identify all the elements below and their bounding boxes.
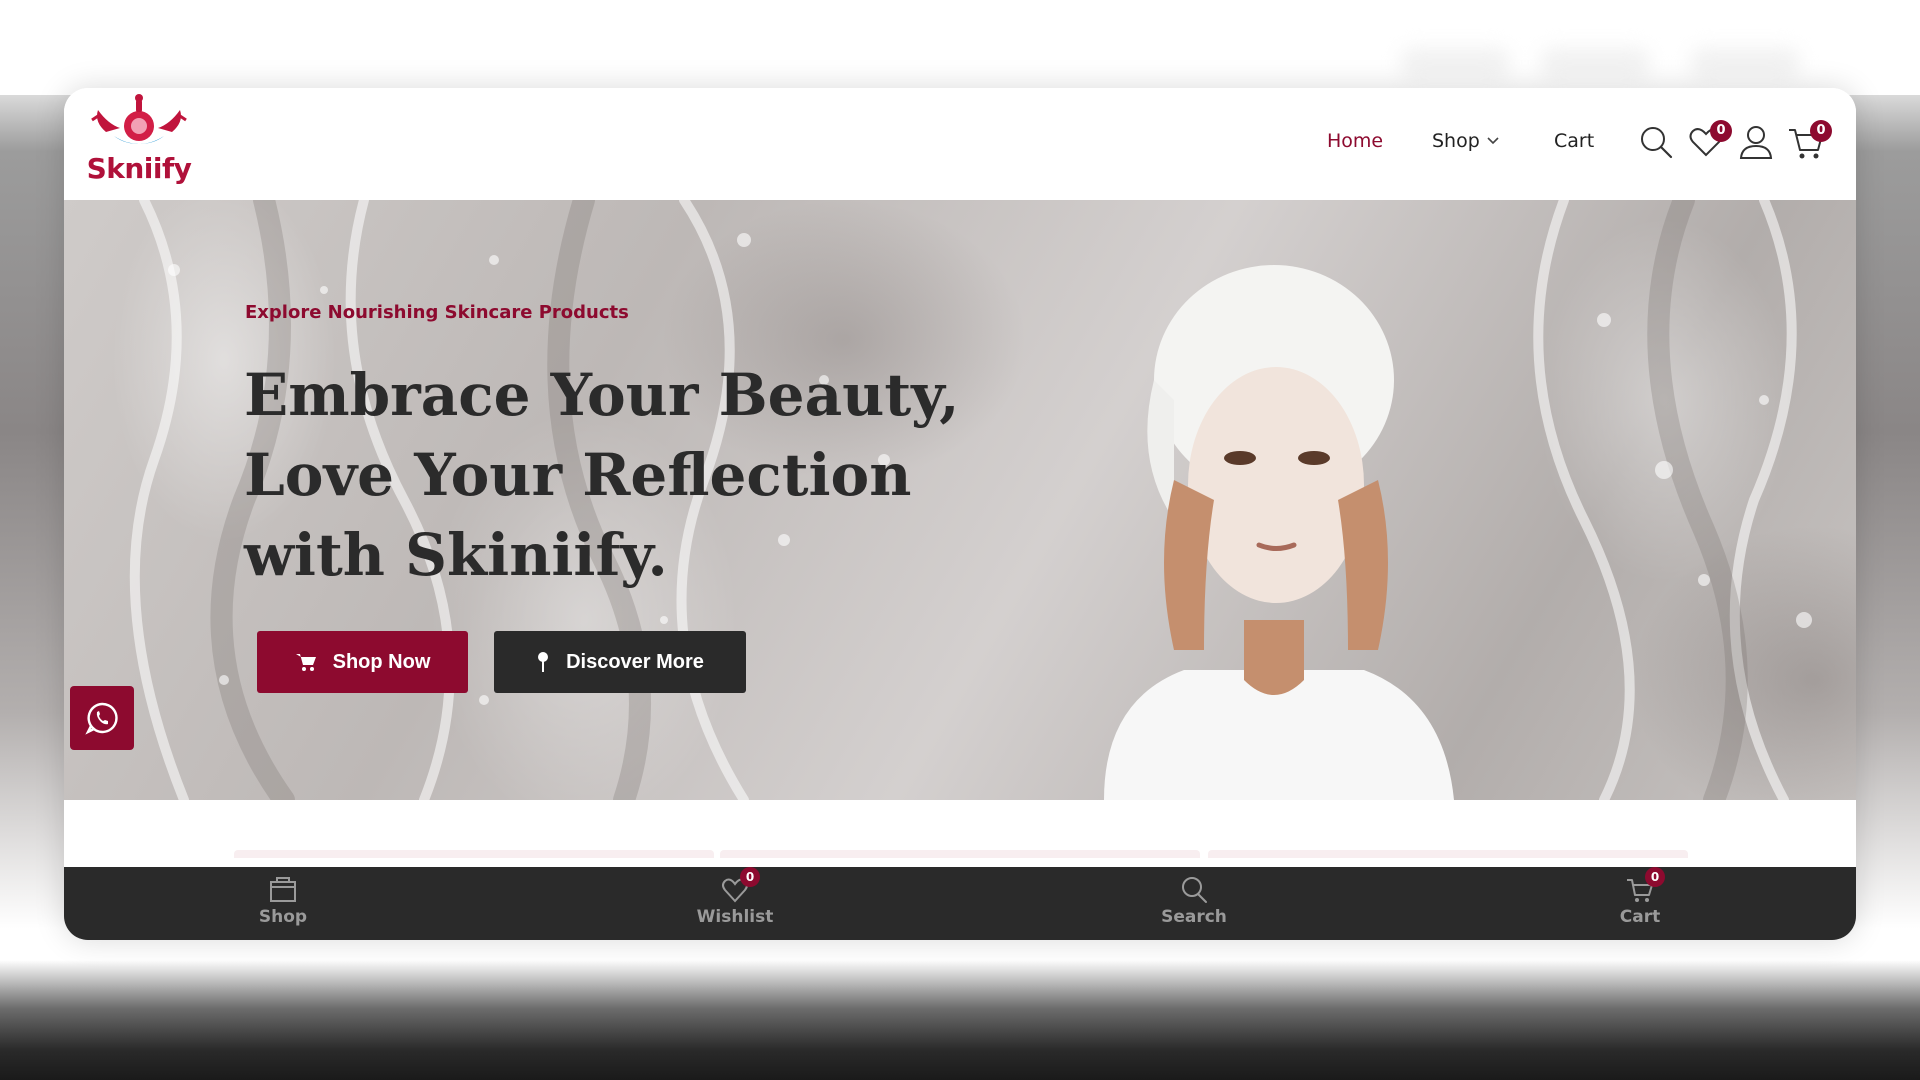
header-account-button[interactable] — [1736, 122, 1776, 162]
mobile-bottom-nav: Shop 0 Wishlist Search 0 Cart — [64, 867, 1856, 940]
store-icon — [270, 877, 296, 902]
bottom-nav-label: Search — [1161, 907, 1227, 927]
product-card-edge — [720, 850, 1200, 858]
logo-mark-icon — [91, 94, 187, 144]
website-frame: Skniify Home Shop Cart 0 0 Explore Nouri… — [64, 88, 1856, 940]
shop-now-button[interactable]: Shop Now — [257, 631, 468, 693]
hero-headline-line: Love Your Reflection — [244, 441, 912, 509]
blurred-background-item — [1540, 48, 1650, 78]
bottom-nav-label: Cart — [1619, 907, 1661, 927]
user-icon — [1739, 126, 1773, 159]
bottom-nav-cart[interactable]: 0 Cart — [1580, 867, 1700, 927]
pin-icon — [538, 652, 549, 672]
site-header: Skniify Home Shop Cart 0 0 — [64, 88, 1856, 200]
hero-headline-line: Embrace Your Beauty, — [244, 361, 960, 429]
discover-more-button[interactable]: Discover More — [494, 631, 746, 693]
nav-home-link[interactable]: Home — [1327, 130, 1383, 152]
brand-logo[interactable]: Skniify — [84, 92, 194, 196]
hero-eyebrow-text: Explore Nourishing Skincare Products — [245, 302, 629, 323]
blurred-background-item — [1400, 48, 1510, 78]
brand-name: Skniify — [86, 152, 192, 185]
product-card-edge — [1208, 850, 1688, 858]
wishlist-count-badge: 0 — [1710, 120, 1732, 142]
shop-now-label: Shop Now — [332, 650, 431, 673]
header-wishlist-button[interactable]: 0 — [1686, 120, 1732, 162]
bottom-cart-count-badge: 0 — [1645, 867, 1665, 887]
model-figure — [1104, 265, 1454, 800]
hero-headline-line: with Skiniify. — [244, 521, 668, 589]
whatsapp-chat-button[interactable] — [70, 686, 134, 750]
header-cart-button[interactable]: 0 — [1786, 120, 1832, 162]
bottom-nav-label: Wishlist — [696, 907, 774, 927]
bottom-nav-search[interactable]: Search — [1134, 875, 1254, 927]
bottom-wishlist-count-badge: 0 — [740, 867, 760, 887]
nav-shop-dropdown[interactable]: Shop — [1432, 130, 1500, 152]
bottom-nav-label: Shop — [258, 907, 308, 927]
nav-cart-link[interactable]: Cart — [1554, 130, 1594, 152]
header-search-button[interactable] — [1636, 122, 1676, 162]
bottom-nav-shop[interactable]: Shop — [223, 875, 343, 927]
search-icon — [1641, 127, 1673, 159]
chevron-down-icon — [1487, 137, 1499, 145]
blurred-background-bottom — [0, 960, 1920, 1080]
cart-count-badge: 0 — [1810, 120, 1832, 142]
product-card-edge — [234, 850, 714, 858]
bottom-nav-wishlist[interactable]: 0 Wishlist — [675, 867, 795, 927]
hero-headline: Embrace Your Beauty, Love Your Reflectio… — [244, 355, 964, 595]
cart-icon — [295, 654, 316, 671]
search-icon — [1182, 877, 1207, 903]
discover-more-label: Discover More — [566, 650, 704, 673]
blurred-background-item — [1690, 48, 1800, 78]
nav-shop-label: Shop — [1432, 130, 1480, 152]
whatsapp-icon — [85, 702, 118, 735]
hero-banner: Explore Nourishing Skincare Products Emb… — [64, 200, 1856, 800]
